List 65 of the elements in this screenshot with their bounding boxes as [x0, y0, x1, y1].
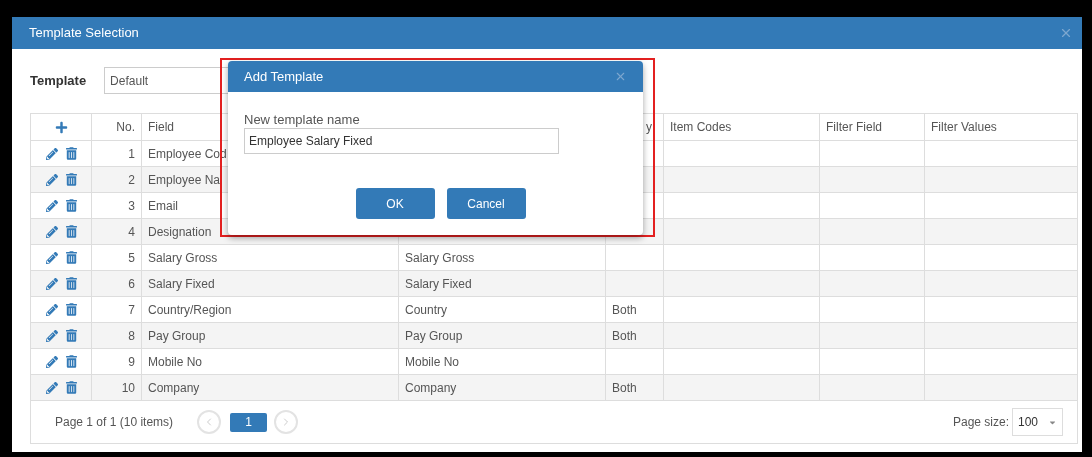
- trash-icon[interactable]: [65, 225, 77, 238]
- field-label: New template name: [244, 112, 361, 127]
- pager-summary: Page 1 of 1 (10 items): [55, 414, 174, 431]
- trash-icon[interactable]: [65, 355, 77, 368]
- trash-icon[interactable]: [65, 147, 77, 160]
- table-cell-text: Both: [612, 301, 637, 319]
- table-cell-text: Mobile No: [405, 353, 460, 371]
- table-cell-text: Salary Fixed: [405, 275, 472, 293]
- page-size-label: Page size:: [952, 414, 1009, 431]
- column-header[interactable]: No.: [116, 118, 135, 136]
- table-cell-text: Mobile No: [148, 353, 203, 371]
- pencil-icon[interactable]: [45, 329, 58, 342]
- table-cell-text: 7: [128, 301, 135, 319]
- table-cell-text: Employee Na: [148, 171, 221, 189]
- table-cell-text: 4: [128, 223, 135, 241]
- table-cell-text: Pay Group: [405, 327, 463, 345]
- table-cell-text: Salary Gross: [148, 249, 218, 267]
- table-cell-text: Both: [612, 379, 637, 397]
- table-cell-text: Salary Fixed: [148, 275, 215, 293]
- table-cell-text: 8: [128, 327, 135, 345]
- column-header[interactable]: Filter Values: [931, 118, 997, 136]
- trash-icon[interactable]: [65, 199, 77, 212]
- trash-icon[interactable]: [65, 277, 77, 290]
- pencil-icon[interactable]: [45, 355, 58, 368]
- column-header[interactable]: y: [646, 118, 652, 136]
- table-cell-text: 9: [128, 353, 135, 371]
- table-cell-text: Pay Group: [148, 327, 206, 345]
- table-cell-text: Country/Region: [148, 301, 232, 319]
- table-cell-text: 1: [128, 145, 135, 163]
- column-header[interactable]: Field: [148, 118, 174, 136]
- pencil-icon[interactable]: [45, 225, 58, 238]
- table-cell-text: Both: [612, 327, 637, 345]
- trash-icon[interactable]: [65, 303, 77, 316]
- table-cell-text: Country: [405, 301, 448, 319]
- pencil-icon[interactable]: [45, 277, 58, 290]
- table-cell-text: Company: [148, 379, 200, 397]
- window-title: Template Selection: [29, 24, 139, 43]
- table-cell-text: 6: [128, 275, 135, 293]
- add-icon[interactable]: [54, 120, 68, 134]
- trash-icon[interactable]: [65, 173, 77, 186]
- table-cell-text: 3: [128, 197, 135, 215]
- column-header[interactable]: Filter Field: [826, 118, 882, 136]
- template-name-field[interactable]: Employee Salary Fixed: [244, 128, 559, 154]
- pencil-icon[interactable]: [45, 173, 58, 186]
- table-cell-text: 2: [128, 171, 135, 189]
- pencil-icon[interactable]: [45, 251, 58, 264]
- pencil-icon[interactable]: [45, 147, 58, 160]
- trash-icon[interactable]: [65, 381, 77, 394]
- table-cell-text: Email: [148, 197, 178, 215]
- template-label: Template: [30, 71, 87, 90]
- page-size-select[interactable]: 100: [1012, 408, 1063, 436]
- table-cell-text: Company: [405, 379, 457, 397]
- dialog-button[interactable]: OK: [355, 188, 435, 219]
- table-cell-text: 10: [121, 379, 135, 397]
- trash-icon[interactable]: [65, 329, 77, 342]
- trash-icon[interactable]: [65, 251, 77, 264]
- table-cell-text: 5: [128, 249, 135, 267]
- pencil-icon[interactable]: [45, 199, 58, 212]
- page-button[interactable]: 1: [230, 412, 268, 432]
- pencil-icon[interactable]: [45, 381, 58, 394]
- pencil-icon[interactable]: [45, 303, 58, 316]
- table-cell-text: Designation: [148, 223, 212, 241]
- dialog-button[interactable]: Cancel: [446, 188, 526, 219]
- column-header[interactable]: Item Codes: [670, 118, 732, 136]
- table-cell-text: Salary Gross: [405, 249, 475, 267]
